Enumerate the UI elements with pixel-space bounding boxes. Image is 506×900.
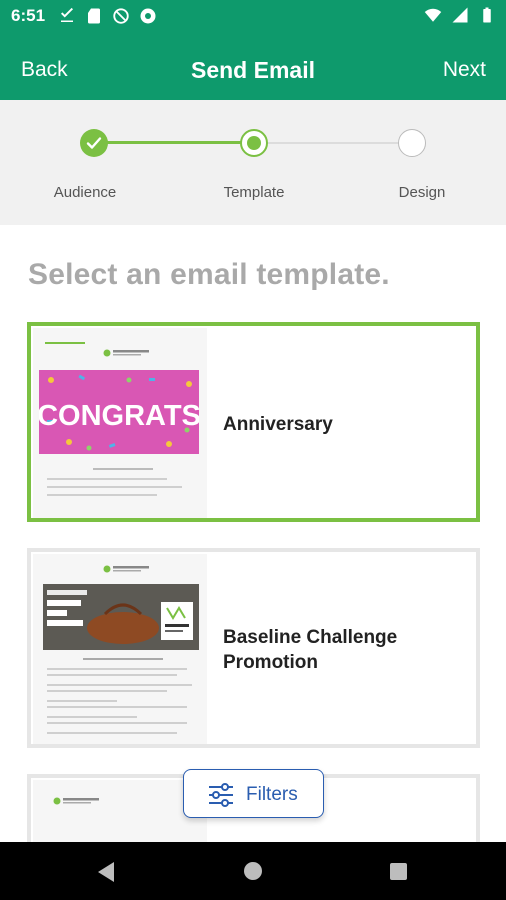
template-thumbnail-baseline-challenge <box>33 554 207 744</box>
step-design-pending-icon <box>398 129 426 157</box>
template-title-line1: Baseline Challenge <box>223 627 398 648</box>
template-title-anniversary: Anniversary <box>223 414 333 435</box>
page-title: Send Email <box>191 57 315 83</box>
status-time: 6:51 <box>11 6 46 25</box>
no-sync-icon <box>113 8 129 24</box>
sliders-icon <box>209 783 233 807</box>
template-thumbnail-anniversary: CONGRATS <box>33 328 207 518</box>
filters-button[interactable]: Filters <box>183 769 324 818</box>
sd-card-icon <box>88 8 100 24</box>
next-button[interactable]: Next <box>443 58 486 82</box>
template-thumbnail-3 <box>33 780 207 842</box>
herbalife-logo-icon <box>103 349 149 357</box>
nav-home-icon[interactable] <box>243 861 263 881</box>
template-card-anniversary[interactable]: CONGRATS Anniversary <box>27 322 480 522</box>
nav-back-icon[interactable] <box>96 861 116 883</box>
chrome-icon <box>140 8 156 24</box>
step-audience-complete-icon <box>80 129 108 157</box>
template-title-baseline-challenge: Baseline Challenge Promotion <box>223 625 463 675</box>
status-bar: 6:51 <box>0 0 506 34</box>
banner-text: CONGRATS <box>39 400 199 432</box>
template-title-line2: Promotion <box>223 652 318 673</box>
app-bar: Back Send Email Next <box>0 34 506 100</box>
herbalife-logo-icon <box>103 565 149 573</box>
template-card-baseline-challenge[interactable]: Baseline Challenge Promotion <box>27 548 480 748</box>
nav-recents-icon[interactable] <box>389 862 408 881</box>
step-template-active-icon <box>240 129 268 157</box>
step-connector-pending <box>254 142 412 144</box>
progress-stepper <box>0 100 506 225</box>
step-label-design: Design <box>398 184 446 201</box>
herbalife-logo-icon <box>53 797 99 805</box>
baseline-banner-image <box>43 584 199 650</box>
signal-icon <box>452 7 468 23</box>
step-label-audience: Audience <box>53 184 117 201</box>
step-label-template: Template <box>223 184 285 201</box>
congrats-banner-image: CONGRATS <box>39 370 199 454</box>
section-heading: Select an email template. <box>28 258 390 291</box>
battery-icon <box>483 7 491 23</box>
system-navigation-bar <box>0 842 506 900</box>
back-button[interactable]: Back <box>21 58 68 82</box>
wifi-icon <box>424 8 442 22</box>
download-done-icon <box>61 7 73 23</box>
filters-label: Filters <box>246 784 298 805</box>
step-connector-complete <box>94 141 254 144</box>
